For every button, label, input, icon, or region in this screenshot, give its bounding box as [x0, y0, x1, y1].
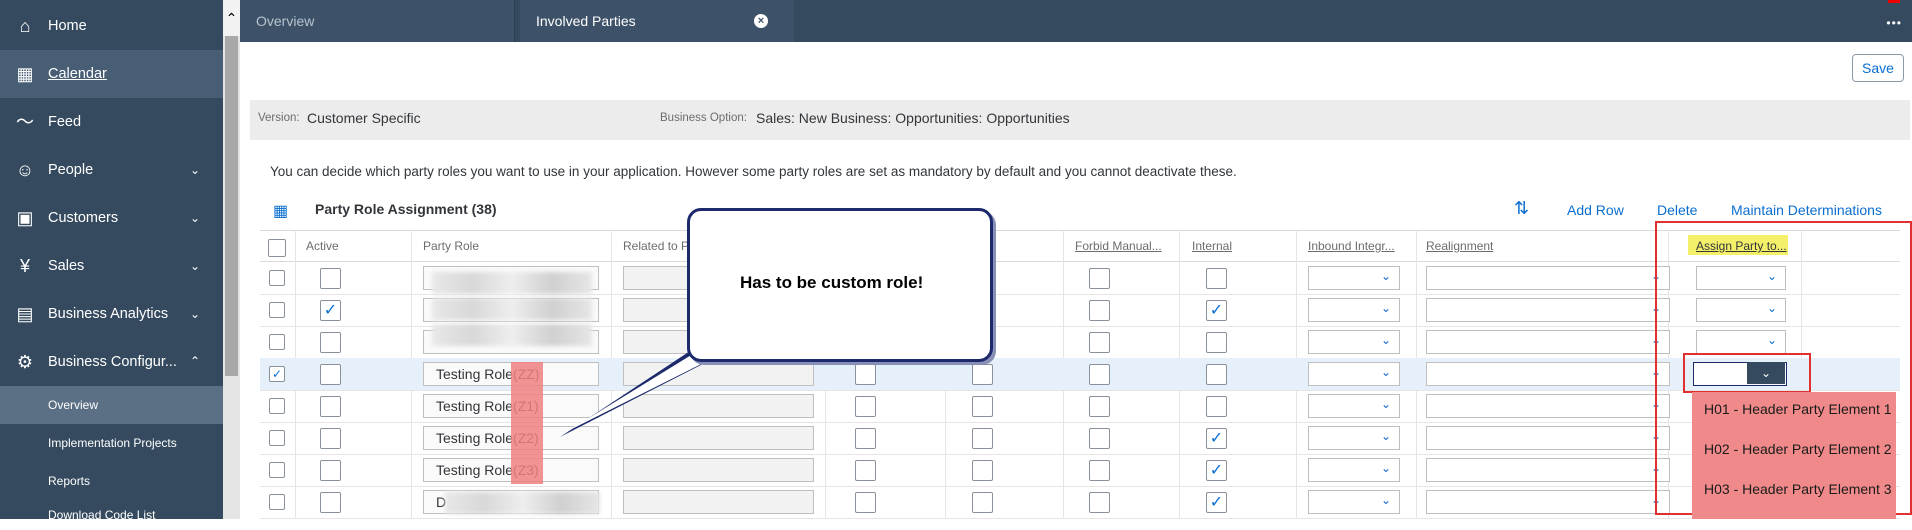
assign-party-dropdown-list: H01 - Header Party Element 1 H02 - Heade…: [1692, 392, 1896, 519]
dropdown-open-icon[interactable]: ⌄: [1747, 362, 1785, 384]
annotation-highlight: [511, 362, 543, 484]
callout-text: Has to be custom role!: [740, 273, 924, 292]
dropdown-option[interactable]: H03 - Header Party Element 3: [1704, 481, 1892, 497]
dropdown-option[interactable]: H02 - Header Party Element 2: [1704, 441, 1892, 457]
redacted-text: [432, 272, 592, 294]
redacted-text: [432, 298, 592, 320]
redacted-text: [445, 492, 600, 514]
redacted-text: [432, 324, 592, 346]
dropdown-option[interactable]: H01 - Header Party Element 1: [1704, 401, 1892, 417]
